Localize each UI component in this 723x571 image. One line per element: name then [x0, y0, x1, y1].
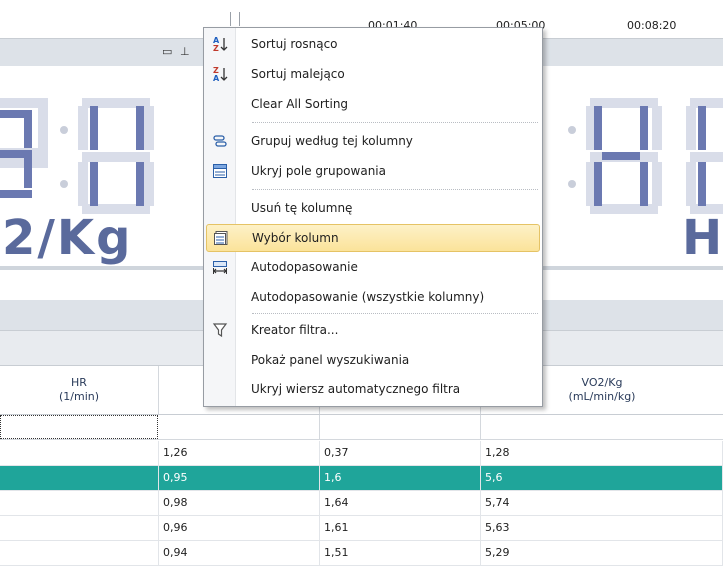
restore-icon[interactable]: ▭: [162, 45, 172, 58]
column-context-menu: A Z Sortuj rosnąco Z A Sortuj malejąco Clear A…: [203, 27, 543, 407]
table-row[interactable]: 0,95 1,6 5,6: [0, 466, 723, 491]
table-cell[interactable]: [0, 466, 159, 490]
table-cell[interactable]: [0, 516, 159, 540]
table-cell[interactable]: 1,61: [320, 516, 481, 540]
menu-separator: [252, 313, 538, 314]
menu-item[interactable]: A Z Sortuj rosnąco: [206, 30, 540, 58]
menu-item-label: Usuń tę kolumnę: [251, 201, 353, 215]
splitter-handle[interactable]: [230, 12, 240, 26]
menu-item-label: Ukryj pole grupowania: [251, 164, 386, 178]
menu-item[interactable]: Z A Sortuj malejąco: [206, 60, 540, 88]
menu-item[interactable]: Pokaż panel wyszukiwania: [206, 346, 540, 374]
menu-item-label: Pokaż panel wyszukiwania: [251, 353, 410, 367]
menu-icon-slot: [206, 90, 234, 118]
menu-item[interactable]: Usuń tę kolumnę: [206, 194, 540, 222]
table-cell[interactable]: [0, 491, 159, 515]
menu-icon-slot: [206, 346, 234, 374]
table-cell[interactable]: 0,95: [159, 466, 320, 490]
filter-cell[interactable]: [159, 415, 320, 439]
menu-separator: [252, 122, 538, 123]
table-cell[interactable]: 0,96: [159, 516, 320, 540]
menu-item-label: Sortuj malejąco: [251, 67, 345, 81]
menu-item-label: Ukryj wiersz automatycznego filtra: [251, 382, 461, 396]
column-unit: (1/min): [58, 390, 100, 403]
table-cell[interactable]: [0, 441, 159, 465]
menu-item[interactable]: Ukryj wiersz automatycznego filtra: [206, 375, 540, 403]
table-row[interactable]: 1,26 0,37 1,28: [0, 441, 723, 466]
menu-separator: [252, 189, 538, 190]
column-name: VO2/Kg: [581, 376, 623, 389]
table-cell[interactable]: 1,6: [320, 466, 481, 490]
menu-item-label: Wybór kolumn: [252, 231, 339, 245]
table-row[interactable]: 0,98 1,64 5,74: [0, 491, 723, 516]
table-cell[interactable]: 5,63: [481, 516, 723, 540]
svg-text:A: A: [213, 74, 220, 82]
auto-filter-row: [0, 415, 723, 440]
menu-item-label: Autodopasowanie: [251, 260, 358, 274]
table-cell[interactable]: 1,28: [481, 441, 723, 465]
sort-descending-icon: ZA: [206, 60, 234, 88]
filter-icon: [206, 316, 234, 344]
pin-icon[interactable]: ⊥: [180, 45, 190, 58]
filter-cell[interactable]: [320, 415, 481, 439]
sort-ascending-icon: AZ: [206, 30, 234, 58]
unit-label-left: 2/Kg: [2, 210, 133, 266]
table-cell[interactable]: 5,6: [481, 466, 723, 490]
table-cell[interactable]: 1,64: [320, 491, 481, 515]
menu-item[interactable]: Clear All Sorting: [206, 90, 540, 118]
table-row[interactable]: 0,94 1,51 5,29: [0, 541, 723, 566]
menu-item[interactable]: Grupuj według tej kolumny: [206, 127, 540, 155]
menu-item-label: Kreator filtra...: [251, 323, 339, 337]
table-row[interactable]: 0,96 1,61 5,63: [0, 516, 723, 541]
group-by-icon: [206, 127, 234, 155]
menu-item-label: Clear All Sorting: [251, 97, 349, 111]
menu-item[interactable]: Wybór kolumn: [206, 224, 540, 252]
table-cell[interactable]: 5,29: [481, 541, 723, 565]
table-cell[interactable]: 0,94: [159, 541, 320, 565]
table-cell[interactable]: 5,74: [481, 491, 723, 515]
column-name: HR: [71, 376, 87, 389]
menu-item[interactable]: Kreator filtra...: [206, 316, 540, 344]
table-cell[interactable]: 0,37: [320, 441, 481, 465]
table-cell[interactable]: 0,98: [159, 491, 320, 515]
timeline-tick: 00:08:20: [627, 19, 677, 32]
menu-icon-slot: [206, 375, 234, 403]
column-chooser-icon: [207, 224, 235, 252]
svg-text:Z: Z: [213, 44, 219, 52]
menu-icon-slot: [206, 283, 234, 311]
unit-label-right: H: [682, 210, 723, 266]
menu-item[interactable]: Autodopasowanie (wszystkie kolumny): [206, 283, 540, 311]
menu-icon-slot: [206, 194, 234, 222]
filter-cell[interactable]: [481, 415, 723, 439]
menu-item[interactable]: Autodopasowanie: [206, 253, 540, 281]
menu-item-label: Sortuj rosnąco: [251, 37, 338, 51]
menu-item-label: Grupuj według tej kolumny: [251, 134, 413, 148]
table-cell[interactable]: 1,26: [159, 441, 320, 465]
column-unit: (mL/min/kg): [568, 390, 636, 403]
filter-cell[interactable]: [0, 415, 158, 439]
best-fit-icon: [206, 253, 234, 281]
menu-item[interactable]: Ukryj pole grupowania: [206, 157, 540, 185]
column-header-hr[interactable]: HR (1/min): [0, 366, 159, 414]
table-cell[interactable]: [0, 541, 159, 565]
group-panel-icon: [206, 157, 234, 185]
table-cell[interactable]: 1,51: [320, 541, 481, 565]
menu-item-label: Autodopasowanie (wszystkie kolumny): [251, 290, 485, 304]
